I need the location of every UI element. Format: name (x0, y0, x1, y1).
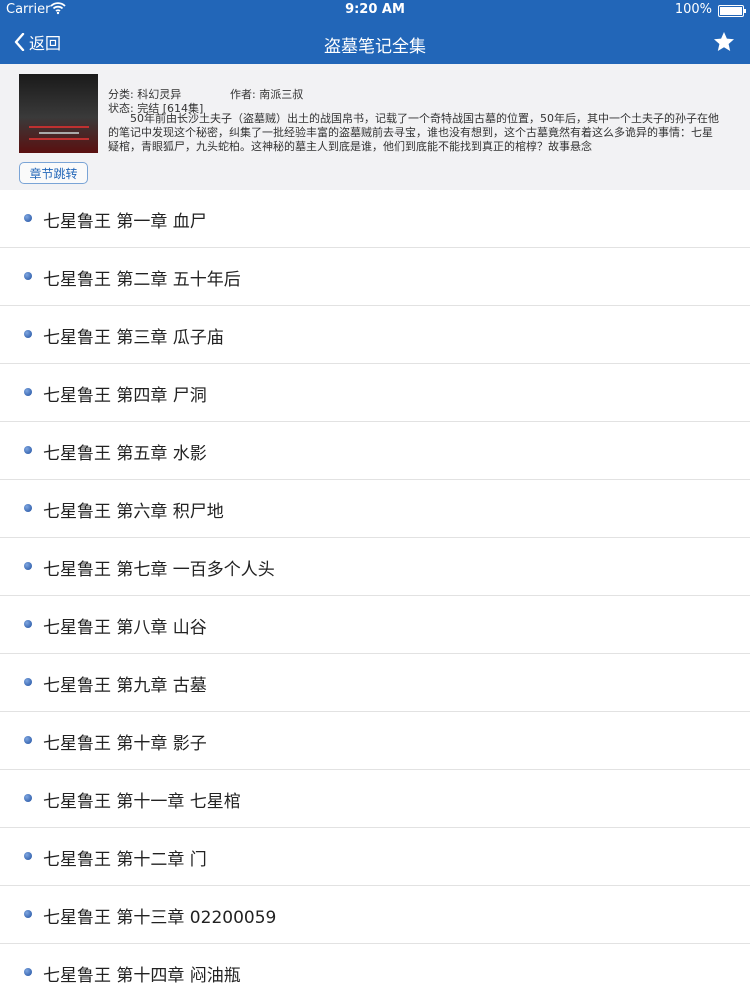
page-title: 盗墓笔记全集 (324, 37, 426, 57)
chapter-title: 七星鲁王 第七章 一百多个人头 (43, 560, 275, 580)
chapter-title: 七星鲁王 第十二章 门 (43, 850, 207, 870)
chapter-jump-button[interactable]: 章节跳转 (19, 162, 88, 184)
bullet-icon (24, 852, 32, 860)
chapter-row[interactable]: 七星鲁王 第三章 瓜子庙 (0, 306, 750, 364)
bullet-icon (24, 910, 32, 918)
chapter-row[interactable]: 七星鲁王 第十章 影子 (0, 712, 750, 770)
chapter-title: 七星鲁王 第六章 积尸地 (43, 502, 224, 522)
bullet-icon (24, 388, 32, 396)
chapter-row[interactable]: 七星鲁王 第六章 积尸地 (0, 480, 750, 538)
chapter-title: 七星鲁王 第十一章 七星棺 (43, 792, 241, 812)
favorite-button[interactable] (712, 30, 736, 54)
bullet-icon (24, 214, 32, 222)
status-bar: Carrier 9:20 AM 100% (0, 0, 750, 20)
star-icon (714, 32, 734, 51)
chapter-row[interactable]: 七星鲁王 第二章 五十年后 (0, 248, 750, 306)
bullet-icon (24, 620, 32, 628)
bullet-icon (24, 446, 32, 454)
book-author: 作者: 南派三叔 (230, 88, 304, 101)
clock: 9:20 AM (345, 2, 405, 17)
bullet-icon (24, 562, 32, 570)
bullet-icon (24, 736, 32, 744)
chapter-row[interactable]: 七星鲁王 第五章 水影 (0, 422, 750, 480)
chapter-title: 七星鲁王 第十章 影子 (43, 734, 207, 754)
battery-percent: 100% (674, 2, 712, 17)
chapter-row[interactable]: 七星鲁王 第十四章 闷油瓶 (0, 944, 750, 1002)
chapter-row[interactable]: 七星鲁王 第十一章 七星棺 (0, 770, 750, 828)
chapter-title: 七星鲁王 第八章 山谷 (43, 618, 207, 638)
chapter-title: 七星鲁王 第五章 水影 (43, 444, 207, 464)
chapter-row[interactable]: 七星鲁王 第九章 古墓 (0, 654, 750, 712)
chapter-title: 七星鲁王 第十三章 02200059 (43, 908, 277, 928)
book-cover (19, 74, 98, 153)
book-summary: 50年前由长沙土夫子（盗墓贼）出土的战国帛书，记载了一个奇特战国古墓的位置，50… (108, 112, 719, 153)
bullet-icon (24, 272, 32, 280)
chapter-row[interactable]: 七星鲁王 第四章 尸洞 (0, 364, 750, 422)
chapter-row[interactable]: 七星鲁王 第七章 一百多个人头 (0, 538, 750, 596)
chapter-title: 七星鲁王 第十四章 闷油瓶 (43, 966, 241, 986)
chapter-title: 七星鲁王 第四章 尸洞 (43, 386, 207, 406)
bullet-icon (24, 968, 32, 976)
chapter-list: 七星鲁王 第一章 血尸 七星鲁王 第二章 五十年后 七星鲁王 第三章 瓜子庙 七… (0, 190, 750, 1002)
chapter-title: 七星鲁王 第九章 古墓 (43, 676, 207, 696)
chapter-title: 七星鲁王 第三章 瓜子庙 (43, 328, 224, 348)
bullet-icon (24, 794, 32, 802)
chapter-title: 七星鲁王 第二章 五十年后 (43, 270, 241, 290)
bullet-icon (24, 678, 32, 686)
battery-icon (718, 5, 746, 17)
book-info-panel: 分类: 科幻灵异 作者: 南派三叔 状态: 完结 [614集] 50年前由长沙土… (0, 64, 750, 190)
chapter-title: 七星鲁王 第一章 血尸 (43, 212, 207, 232)
chapter-row[interactable]: 七星鲁王 第一章 血尸 (0, 190, 750, 248)
chapter-row[interactable]: 七星鲁王 第十二章 门 (0, 828, 750, 886)
bullet-icon (24, 504, 32, 512)
chapter-row[interactable]: 七星鲁王 第八章 山谷 (0, 596, 750, 654)
chapter-row[interactable]: 七星鲁王 第十三章 02200059 (0, 886, 750, 944)
bullet-icon (24, 330, 32, 338)
navigation-bar: 返回 盗墓笔记全集 (0, 20, 750, 64)
